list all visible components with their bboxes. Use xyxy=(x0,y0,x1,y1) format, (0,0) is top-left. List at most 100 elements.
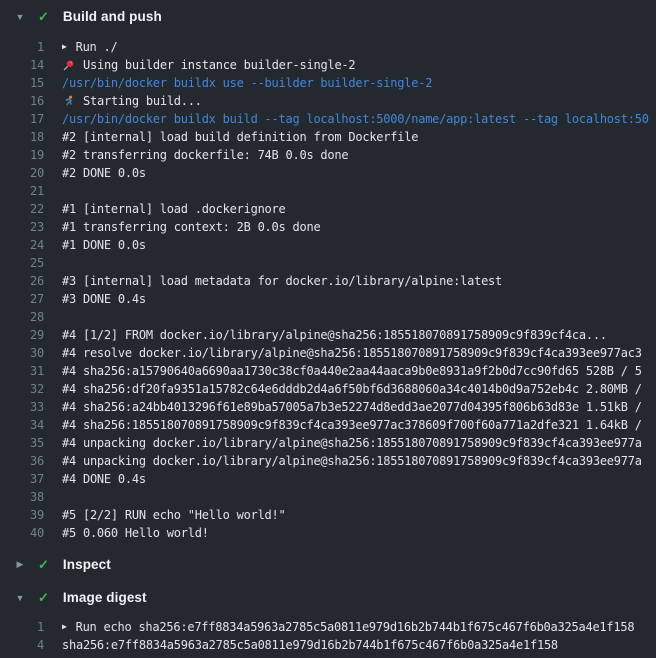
section-title: Inspect xyxy=(63,557,111,572)
log-text: #4 sha256:185518070891758909c9f839cf4ca3… xyxy=(62,416,642,434)
log-line: 19 #2 transferring dockerfile: 74B 0.0s d… xyxy=(0,146,656,164)
log-line: 20 #2 DONE 0.0s xyxy=(0,164,656,182)
log-text: #4 unpacking docker.io/library/alpine@sh… xyxy=(62,434,642,452)
log-text: #4 [1/2] FROM docker.io/library/alpine@s… xyxy=(62,326,607,344)
log-text: #4 unpacking docker.io/library/alpine@sh… xyxy=(62,452,642,470)
log-text: sha256:e7ff8834a5963a2785c5a0811e979d16b… xyxy=(62,636,558,654)
log-text: #2 DONE 0.0s xyxy=(62,164,146,182)
section-header-build-and-push[interactable]: ▼ ✓ Build and push xyxy=(0,0,656,33)
log-line: 40 #5 0.060 Hello world! xyxy=(0,524,656,542)
log-line: 35 #4 unpacking docker.io/library/alpine@… xyxy=(0,434,656,452)
line-number[interactable]: 35 xyxy=(0,434,44,452)
log-line: 31 #4 sha256:a15790640a6690aa1730c38cf0a4… xyxy=(0,362,656,380)
section-title: Build and push xyxy=(63,9,162,24)
log-line: 36 #4 unpacking docker.io/library/alpine@… xyxy=(0,452,656,470)
log-line: 27#3 DONE 0.4s xyxy=(0,290,656,308)
log-line: 29 #4 [1/2] FROM docker.io/library/alpine… xyxy=(0,326,656,344)
log-text-content: Starting build... xyxy=(83,92,202,110)
section-title: Image digest xyxy=(63,590,147,605)
log-text: Using builder instance builder-single-2 xyxy=(62,56,355,74)
log-line: 38 xyxy=(0,488,656,506)
log-line: 30 #4 resolve docker.io/library/alpine@sh… xyxy=(0,344,656,362)
section-header-inspect[interactable]: ▶✓Inspect xyxy=(0,548,656,581)
log-command-text: /usr/bin/docker buildx build --tag local… xyxy=(62,110,649,128)
log-line: 22 #1 [internal] load .dockerignore xyxy=(0,200,656,218)
pushpin-icon xyxy=(62,59,75,72)
chevron-down-icon[interactable]: ▼ xyxy=(15,593,25,603)
log-line: 25 xyxy=(0,254,656,272)
log-text-content: #4 DONE 0.4s xyxy=(62,470,146,488)
line-number[interactable]: 14 xyxy=(0,56,44,74)
line-number[interactable]: 38 xyxy=(0,488,44,506)
line-number[interactable]: 28 xyxy=(0,308,44,326)
line-number[interactable]: 31 xyxy=(0,362,44,380)
log-text: #2 transferring dockerfile: 74B 0.0s don… xyxy=(62,146,348,164)
line-number[interactable]: 16 xyxy=(0,92,44,110)
log-text: #4 sha256:a24bb4013296f61e89ba57005a7b3e… xyxy=(62,398,642,416)
log-text: #4 resolve docker.io/library/alpine@sha2… xyxy=(62,344,642,362)
chevron-down-icon[interactable]: ▼ xyxy=(15,12,25,22)
line-number[interactable]: 36 xyxy=(0,452,44,470)
section-log-lines: 1 ▶ Run ./ 14 Using builder instance builder… xyxy=(0,33,656,548)
log-text-content: Run ./ xyxy=(76,38,118,56)
log-command-text: /usr/bin/docker buildx use --builder bui… xyxy=(62,74,432,92)
log-line: 37 #4 DONE 0.4s xyxy=(0,470,656,488)
line-number[interactable]: 37 xyxy=(0,470,44,488)
line-number[interactable]: 39 xyxy=(0,506,44,524)
log-text-content: #4 sha256:a24bb4013296f61e89ba57005a7b3e… xyxy=(62,398,642,416)
line-number[interactable]: 40 xyxy=(0,524,44,542)
line-number[interactable]: 4 xyxy=(0,636,44,654)
line-number[interactable]: 34 xyxy=(0,416,44,434)
log-text: #3 [internal] load metadata for docker.i… xyxy=(62,272,502,290)
log-text-content: #1 transferring context: 2B 0.0s done xyxy=(62,218,320,236)
log-text-content: #4 sha256:df20fa9351a15782c64e6dddb2d4a6… xyxy=(62,380,642,398)
log-line: 4 sha256:e7ff8834a5963a2785c5a0811e979d16… xyxy=(0,636,656,654)
log-line: 15/usr/bin/docker buildx use --builder b… xyxy=(0,74,656,92)
log-text: #1 DONE 0.0s xyxy=(62,236,146,254)
log-text: ▶Run echo sha256:e7ff8834a5963a2785c5a08… xyxy=(62,618,634,636)
log-text: #5 0.060 Hello world! xyxy=(62,524,209,542)
log-line: 26 #3 [internal] load metadata for docker… xyxy=(0,272,656,290)
log-text-content: #1 [internal] load .dockerignore xyxy=(62,200,286,218)
section-log-lines: 1 ▶Run echo sha256:e7ff8834a5963a2785c5a0… xyxy=(0,614,656,658)
line-number[interactable]: 21 xyxy=(0,182,44,200)
log-text: #4 DONE 0.4s xyxy=(62,470,146,488)
log-text: #4 sha256:a15790640a6690aa1730c38cf0a440… xyxy=(62,362,642,380)
line-number[interactable]: 20 xyxy=(0,164,44,182)
line-number[interactable]: 26 xyxy=(0,272,44,290)
line-number[interactable]: 32 xyxy=(0,380,44,398)
log-text-content: #4 unpacking docker.io/library/alpine@sh… xyxy=(62,434,642,452)
line-number[interactable]: 33 xyxy=(0,398,44,416)
chevron-right-icon[interactable]: ▶ xyxy=(15,559,25,570)
section-header-image-digest[interactable]: ▼✓Image digest xyxy=(0,581,656,614)
line-number[interactable]: 29 xyxy=(0,326,44,344)
line-number[interactable]: 24 xyxy=(0,236,44,254)
run-expand-arrow-icon[interactable]: ▶ xyxy=(62,38,67,56)
line-number[interactable]: 15 xyxy=(0,74,44,92)
log-text-content: #2 [internal] load build definition from… xyxy=(62,128,418,146)
line-number[interactable]: 30 xyxy=(0,344,44,362)
log-text-content: #4 sha256:185518070891758909c9f839cf4ca3… xyxy=(62,416,642,434)
log-text: #1 transferring context: 2B 0.0s done xyxy=(62,218,320,236)
run-expand-arrow-icon[interactable]: ▶ xyxy=(62,618,67,636)
log-line: 39 #5 [2/2] RUN echo "Hello world!" xyxy=(0,506,656,524)
line-number[interactable]: 27 xyxy=(0,290,44,308)
log-line: 28 xyxy=(0,308,656,326)
success-check-icon: ✓ xyxy=(38,9,49,25)
log-text-content: sha256:e7ff8834a5963a2785c5a0811e979d16b… xyxy=(62,636,558,654)
log-text-content: #5 [2/2] RUN echo "Hello world!" xyxy=(62,506,286,524)
log-text: Starting build... xyxy=(62,92,202,110)
line-number[interactable]: 1 xyxy=(0,38,44,56)
line-number[interactable]: 25 xyxy=(0,254,44,272)
line-number[interactable]: 19 xyxy=(0,146,44,164)
log-text: ▶ Run ./ xyxy=(62,38,118,56)
line-number[interactable]: 18 xyxy=(0,128,44,146)
runner-icon xyxy=(62,95,75,108)
log-text-content: #2 transferring dockerfile: 74B 0.0s don… xyxy=(62,146,348,164)
line-number[interactable]: 22 xyxy=(0,200,44,218)
line-number[interactable]: 17 xyxy=(0,110,44,128)
log-line: 16 Starting build... xyxy=(0,92,656,110)
line-number[interactable]: 1 xyxy=(0,618,44,636)
log-line: 24 #1 DONE 0.0s xyxy=(0,236,656,254)
line-number[interactable]: 23 xyxy=(0,218,44,236)
